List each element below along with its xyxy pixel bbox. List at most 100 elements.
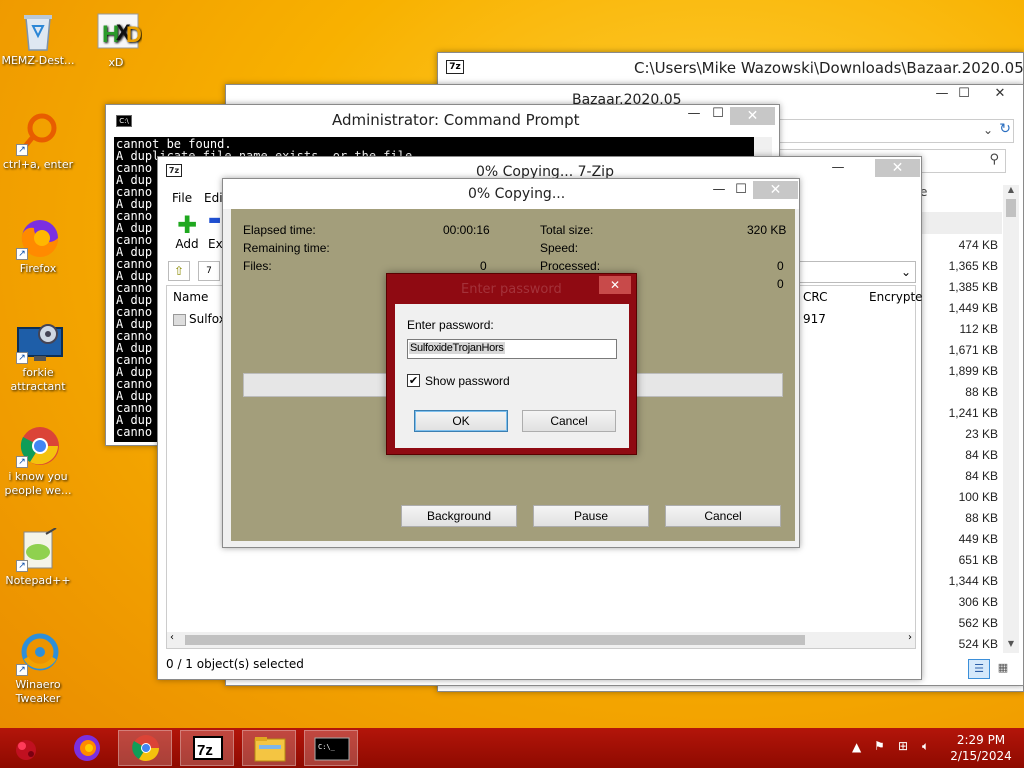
taskbar-7zip[interactable]: 7z (180, 730, 234, 766)
processed-label: Processed: (540, 259, 601, 273)
plus-icon: ✚ (176, 211, 198, 239)
list-item[interactable]: 84 KB (918, 445, 1002, 466)
scroll-left-arrow[interactable]: ‹ (170, 632, 174, 643)
search-circle-icon: ↗ (16, 112, 60, 156)
copy-dialog-titlebar[interactable]: 0% Copying... — ☐ ✕ (223, 179, 799, 209)
close-button[interactable]: ✕ (730, 107, 775, 125)
list-item[interactable]: 651 KB (918, 550, 1002, 571)
list-item[interactable]: 1,241 KB (918, 403, 1002, 424)
volume-muted-icon[interactable]: 🔈︎ (922, 739, 929, 754)
up-folder-button[interactable]: ⇧ (168, 261, 190, 281)
list-item[interactable]: 88 KB (918, 382, 1002, 403)
monitor-gear-icon: ↗ (16, 320, 63, 364)
maximize-button[interactable]: ☐ (704, 105, 732, 125)
desktop-icon-chrome[interactable]: ↗ i know you people we... (0, 424, 76, 498)
copy-dialog-title: 0% Copying... (468, 186, 566, 202)
pause-button[interactable]: Pause (533, 505, 649, 527)
vertical-scrollbar[interactable]: ▲ ▼ (1003, 185, 1019, 653)
desktop-icon-winaero[interactable]: ↗ Winaero Tweaker (0, 632, 76, 706)
maximize-button[interactable]: ☐ (727, 181, 755, 201)
list-item[interactable]: 100 KB (918, 487, 1002, 508)
list-item[interactable]: 1,365 KB (918, 256, 1002, 277)
column-name[interactable]: Name (173, 290, 208, 304)
address-bar[interactable]: ⌄ ↻ (776, 119, 1014, 143)
chevron-down-icon[interactable]: ⌄ (901, 265, 911, 279)
desktop-icon-memz[interactable]: MEMZ-Dest... (0, 8, 76, 68)
desktop-icon-ctrl-a[interactable]: ↗ ctrl+a, enter (0, 112, 76, 172)
desktop-icon-label: Winaero Tweaker (15, 678, 61, 705)
clock-time: 2:29 PM (956, 733, 1006, 747)
close-button[interactable]: ✕ (978, 85, 1022, 105)
close-button[interactable]: ✕ (875, 159, 920, 177)
desktop-icon-forkie[interactable]: ↗ forkie attractant (0, 320, 76, 394)
password-dialog-titlebar[interactable]: Enter password ✕ (387, 274, 638, 304)
file-explorer-icon (254, 737, 286, 762)
list-item[interactable]: 1,344 KB (918, 571, 1002, 592)
list-item[interactable]: 88 KB (918, 508, 1002, 529)
list-item[interactable]: 1,449 KB (918, 298, 1002, 319)
background-button[interactable]: Background (401, 505, 517, 527)
desktop-icon-notepadpp[interactable]: ↗ Notepad++ (0, 527, 76, 588)
column-encrypted[interactable]: Encrypte (869, 290, 923, 304)
recycle-bin-icon (16, 8, 60, 52)
scroll-thumb[interactable] (1006, 199, 1016, 217)
elapsed-label: Elapsed time: (243, 223, 316, 237)
cancel-button[interactable]: Cancel (522, 410, 616, 432)
details-view-button[interactable]: ☰ (968, 659, 990, 679)
network-icon[interactable]: ⊞ (898, 739, 908, 753)
list-item[interactable]: 306 KB (918, 592, 1002, 613)
list-item[interactable]: 112 KB (918, 319, 1002, 340)
cmd-titlebar[interactable]: C:\ Administrator: Command Prompt — ☐ ✕ (106, 105, 779, 135)
list-item[interactable]: 1,671 KB (918, 340, 1002, 361)
list-item[interactable]: 1,899 KB (918, 361, 1002, 382)
scroll-right-arrow[interactable]: › (908, 632, 912, 643)
7zip-icon: 7z (193, 736, 223, 760)
scroll-thumb[interactable] (185, 635, 805, 645)
header-row-bg (918, 212, 1002, 234)
taskbar-file-explorer[interactable] (242, 730, 296, 766)
refresh-icon[interactable]: ↻ (999, 121, 1011, 137)
action-center-icon[interactable]: ⚑ (874, 739, 885, 753)
menu-file[interactable]: File (172, 191, 192, 205)
path-combo[interactable]: ⌄ (798, 261, 916, 283)
taskbar-memz[interactable] (0, 730, 54, 766)
7z-address-icon: 7 (198, 261, 220, 281)
list-item[interactable]: 23 KB (918, 424, 1002, 445)
scroll-down-arrow[interactable]: ▼ (1003, 639, 1019, 653)
files-label: Files: (243, 259, 272, 273)
taskbar-firefox[interactable] (60, 730, 114, 766)
password-dialog[interactable]: Enter password ✕ Enter password: Sulfoxi… (386, 273, 637, 455)
chevron-down-icon[interactable]: ⌄ (983, 123, 993, 137)
archive-window-titlebar[interactable]: 7z C:\Users\Mike Wazowski\Downloads\Baza… (438, 53, 1024, 83)
desktop-icon-firefox[interactable]: ↗ Firefox (0, 216, 76, 276)
add-button[interactable]: ✚ Add (172, 213, 202, 255)
close-button[interactable]: ✕ (753, 181, 798, 199)
list-item[interactable]: 562 KB (918, 613, 1002, 634)
list-item[interactable]: 474 KB (918, 235, 1002, 256)
list-item[interactable]: 524 KB (918, 634, 1002, 655)
svg-text:C:\_: C:\_ (318, 743, 336, 751)
clock[interactable]: 2:29 PM 2/15/2024 (946, 732, 1016, 764)
desktop-icon-xd[interactable]: H X D xD (78, 10, 154, 70)
scroll-up-arrow[interactable]: ▲ (1003, 185, 1019, 199)
show-password-checkbox[interactable]: ✔ (407, 374, 420, 387)
list-item[interactable]: 84 KB (918, 466, 1002, 487)
taskbar-chrome[interactable] (118, 730, 172, 766)
maximize-button[interactable]: ☐ (950, 85, 978, 105)
search-icon[interactable]: ⚲ (989, 152, 999, 167)
ok-button[interactable]: OK (414, 410, 508, 432)
show-hidden-icons[interactable]: ▲ (852, 740, 861, 754)
list-item[interactable]: 449 KB (918, 529, 1002, 550)
minimize-button[interactable]: — (824, 159, 852, 179)
list-item[interactable]: 1,385 KB (918, 277, 1002, 298)
tiles-view-button[interactable]: ▦ (992, 659, 1014, 679)
elapsed-value: 00:00:16 (443, 223, 490, 237)
password-input[interactable]: SulfoxideTrojanHors (407, 339, 617, 359)
taskbar-cmd[interactable]: C:\_ (304, 730, 358, 766)
close-button[interactable]: ✕ (599, 276, 631, 294)
chrome-icon: ↗ (16, 424, 60, 468)
firefox-icon: ↗ (16, 216, 60, 260)
horizontal-scrollbar[interactable]: ‹ › (167, 632, 915, 648)
column-crc[interactable]: CRC (803, 290, 828, 304)
cancel-button[interactable]: Cancel (665, 505, 781, 527)
